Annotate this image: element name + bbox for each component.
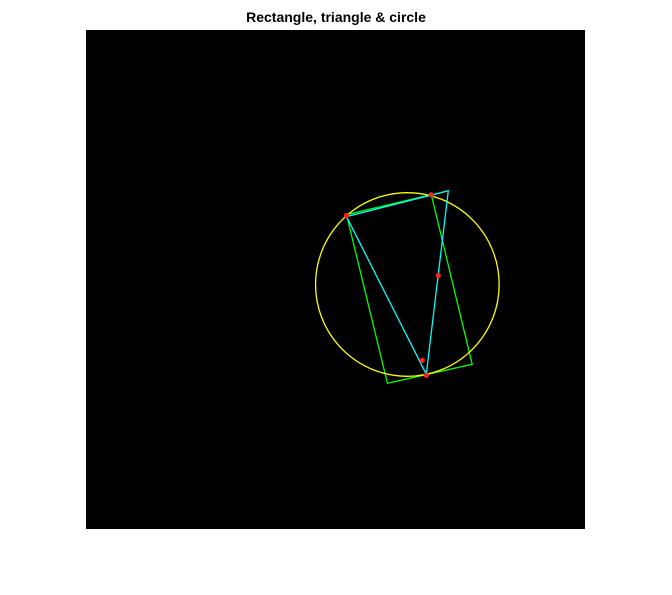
marker-point-3 <box>435 272 441 279</box>
marker-point-2 <box>419 357 425 363</box>
marker-point-1 <box>423 372 429 378</box>
marker-point-5 <box>428 192 434 198</box>
marker-point-4 <box>343 213 350 219</box>
plot-canvas <box>86 30 585 529</box>
plot-area <box>86 30 585 529</box>
